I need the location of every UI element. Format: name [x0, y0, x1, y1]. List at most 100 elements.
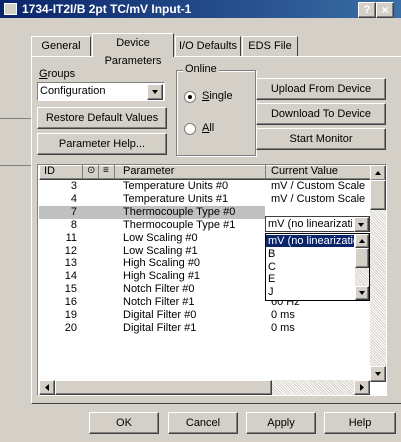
radio-all[interactable]: All	[184, 122, 246, 136]
window-title: 1734-IT2I/B 2pt TC/mV Input-1	[22, 2, 192, 16]
table-row[interactable]: 3 Temperature Units #0 mV / Custom Scale	[39, 180, 366, 193]
header-current-value[interactable]: Current Value	[271, 165, 338, 177]
row-parameter: Thermocouple Type #0	[123, 205, 236, 218]
restore-defaults-label: Restore Default Values	[45, 112, 159, 124]
header-parameter[interactable]: Parameter	[123, 165, 174, 177]
row-parameter: High Scaling #0	[123, 257, 201, 270]
groups-dropdown-button[interactable]	[147, 84, 163, 100]
row-parameter: Temperature Units #0	[123, 180, 229, 192]
tab-general[interactable]: General	[31, 36, 91, 56]
row-id: 13	[64, 257, 77, 270]
background-window-fragment	[0, 118, 31, 166]
row-parameter: Temperature Units #1	[123, 192, 229, 205]
dropdown-option[interactable]: E	[266, 273, 354, 285]
header-monitor-icon: ≡	[103, 165, 109, 176]
row-id: 11	[65, 231, 77, 244]
scroll-thumb[interactable]	[370, 180, 386, 210]
scroll-down-button[interactable]	[370, 366, 386, 382]
tab-io-defaults-label: I/O Defaults	[178, 40, 238, 52]
row-parameter: Digital Filter #0	[123, 309, 197, 321]
start-monitor-label: Start Monitor	[289, 133, 353, 145]
dropdown-option[interactable]: mV (no linearizatio	[266, 235, 354, 247]
row-parameter: Low Scaling #1	[123, 244, 198, 257]
radio-single-dot	[188, 95, 192, 99]
row-parameter: Notch Filter #0	[123, 283, 195, 296]
arrow-down-icon	[375, 372, 381, 376]
table-row[interactable]: 7 Thermocouple Type #0	[39, 205, 265, 219]
help-label: Help	[348, 417, 372, 429]
row-value: mV / Custom Scale	[271, 192, 366, 205]
row-id: 16	[64, 296, 77, 309]
row-id: 7	[70, 205, 77, 218]
parameter-help-button[interactable]: Parameter Help...	[37, 133, 167, 155]
header-separator	[265, 165, 266, 178]
scroll-up-button[interactable]	[370, 165, 386, 181]
h-scroll-thumb[interactable]	[55, 380, 272, 395]
tab-general-label: General	[41, 40, 81, 52]
groups-select-value: Configuration	[40, 85, 106, 97]
dropdown-scroll-thumb[interactable]	[355, 248, 369, 268]
table-row[interactable]: 20 Digital Filter #1 0 ms	[39, 322, 362, 335]
apply-button[interactable]: Apply	[246, 412, 316, 434]
radio-all-label: All	[202, 122, 215, 134]
radio-single-label: Single	[202, 90, 233, 102]
value-combo[interactable]: mV (no linearizatio	[265, 216, 370, 232]
table-row[interactable]: 19 Digital Filter #0 0 ms	[39, 309, 362, 322]
header-lock-icon: ⊙	[87, 165, 96, 176]
help-icon: ?	[363, 4, 371, 16]
radio-all-circle	[184, 123, 196, 135]
tab-eds-file[interactable]: EDS File	[242, 36, 298, 56]
tab-io-defaults[interactable]: I/O Defaults	[175, 36, 241, 56]
chevron-down-icon	[358, 223, 364, 227]
header-id[interactable]: ID	[44, 165, 55, 177]
dropdown-option[interactable]: J	[266, 286, 354, 298]
dropdown-scroll-down[interactable]	[355, 286, 369, 300]
dropdown-option[interactable]: C	[266, 261, 354, 273]
dropdown-options: mV (no linearizatio B C E J	[266, 234, 356, 300]
close-title-button[interactable]: ×	[376, 2, 394, 18]
row-value: 0 ms	[271, 309, 295, 321]
row-parameter: Notch Filter #1	[123, 296, 195, 309]
apply-label: Apply	[267, 417, 295, 429]
row-id: 3	[70, 180, 77, 192]
row-parameter: High Scaling #1	[123, 270, 201, 283]
row-value: mV / Custom Scale	[271, 180, 366, 192]
arrow-down-icon	[359, 291, 365, 295]
close-icon: ×	[381, 3, 389, 17]
download-label: Download To Device	[270, 108, 372, 120]
online-group	[176, 70, 256, 156]
upload-label: Upload From Device	[270, 83, 372, 95]
row-value: 0 ms	[271, 321, 295, 334]
scroll-right-button[interactable]	[354, 380, 370, 395]
restore-defaults-button[interactable]: Restore Default Values	[37, 107, 167, 129]
help-button[interactable]: Help	[324, 412, 396, 434]
row-id: 8	[70, 218, 77, 231]
arrow-right-icon	[360, 384, 364, 391]
row-id: 12	[64, 244, 77, 257]
row-id: 19	[64, 309, 77, 321]
scroll-left-button[interactable]	[39, 380, 55, 395]
cancel-button[interactable]: Cancel	[168, 412, 238, 434]
help-title-button[interactable]: ?	[358, 2, 376, 18]
arrow-left-icon	[45, 384, 49, 391]
upload-from-device-button[interactable]: Upload From Device	[256, 78, 386, 100]
radio-single[interactable]: Single	[184, 90, 246, 104]
parameter-help-label: Parameter Help...	[58, 138, 146, 150]
dropdown-scroll-up[interactable]	[355, 234, 369, 248]
dropdown-option[interactable]: B	[266, 248, 354, 260]
header-separator	[82, 165, 83, 178]
start-monitor-button[interactable]: Start Monitor	[256, 128, 386, 150]
ok-button[interactable]: OK	[89, 412, 159, 434]
value-combo-button[interactable]	[354, 217, 369, 232]
row-parameter: Low Scaling #0	[123, 231, 198, 244]
value-dropdown-list[interactable]: mV (no linearizatio B C E J	[265, 233, 370, 301]
table-row[interactable]: 4 Temperature Units #1 mV / Custom Scale	[39, 192, 366, 206]
row-parameter: Thermocouple Type #1	[123, 218, 236, 231]
row-parameter: Digital Filter #1	[123, 321, 197, 334]
title-bar[interactable]: 1734-IT2I/B 2pt TC/mV Input-1 ? ×	[0, 0, 401, 18]
tab-device-parameters[interactable]: Device Parameters	[92, 33, 174, 67]
arrow-up-icon	[359, 239, 365, 243]
groups-select[interactable]: Configuration	[37, 82, 165, 101]
download-to-device-button[interactable]: Download To Device	[256, 103, 386, 125]
header-separator	[114, 165, 115, 178]
